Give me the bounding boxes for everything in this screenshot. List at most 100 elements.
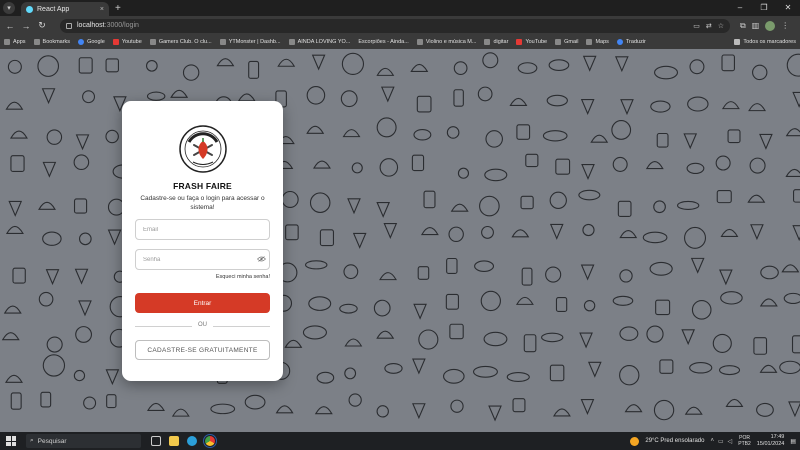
network-icon[interactable]: ▭ bbox=[718, 438, 724, 445]
food-doodle bbox=[376, 201, 391, 218]
cast-icon[interactable]: ▭ bbox=[693, 22, 700, 30]
maximize-button[interactable]: ❐ bbox=[752, 0, 776, 14]
bookmark-maps[interactable]: Maps bbox=[586, 39, 609, 45]
food-doodle bbox=[248, 60, 260, 79]
food-doodle bbox=[412, 403, 426, 420]
file-explorer-icon[interactable] bbox=[169, 436, 179, 446]
translate-icon[interactable]: ⇄ bbox=[706, 22, 712, 30]
bookmark-traduzir[interactable]: Traduzir bbox=[616, 39, 646, 45]
food-doodle bbox=[719, 269, 733, 286]
close-window-button[interactable]: ✕ bbox=[776, 0, 800, 14]
bookmark-google[interactable]: Google bbox=[78, 39, 105, 45]
food-doodle bbox=[75, 134, 90, 151]
edge-icon[interactable] bbox=[187, 436, 197, 446]
site-info-icon[interactable] bbox=[66, 22, 72, 29]
food-doodle bbox=[542, 130, 568, 142]
food-doodle bbox=[453, 61, 468, 76]
food-doodle bbox=[83, 396, 97, 410]
food-doodle bbox=[376, 117, 397, 138]
fresh-faire-logo bbox=[179, 125, 227, 173]
food-doodle bbox=[545, 266, 562, 283]
food-doodle bbox=[40, 391, 52, 408]
brand-title: FRASH FAIRE bbox=[173, 181, 232, 191]
side-panel-icon[interactable]: ▥ bbox=[752, 21, 760, 30]
bookmark-digitar[interactable]: digitar bbox=[484, 39, 508, 45]
taskbar: ⌕ Pesquisar 29°C Pred ensolarado ˄ ▭ ◁ P… bbox=[0, 432, 800, 450]
tab-search-icon[interactable]: ▾ bbox=[3, 2, 15, 14]
profile-avatar[interactable] bbox=[765, 20, 776, 31]
food-doodle bbox=[73, 154, 90, 171]
food-doodle bbox=[341, 52, 365, 76]
browser-menu-icon[interactable]: ⋮ bbox=[781, 21, 789, 30]
bookmark-violino[interactable]: Violino e música M... bbox=[416, 39, 476, 45]
food-doodle bbox=[756, 402, 774, 417]
email-field[interactable] bbox=[135, 219, 270, 240]
show-password-icon[interactable] bbox=[257, 256, 266, 262]
food-doodle bbox=[649, 261, 673, 276]
tab-close-icon[interactable]: × bbox=[100, 6, 104, 13]
address-bar[interactable]: localhost:3000/login ▭ ⇄ ☆ bbox=[60, 18, 730, 33]
food-doodle bbox=[654, 65, 679, 80]
weather-text[interactable]: 29°C Pred ensolarado bbox=[645, 438, 704, 444]
weather-sun-icon[interactable] bbox=[630, 436, 640, 446]
task-view-icon[interactable] bbox=[151, 436, 161, 446]
food-doodle bbox=[792, 91, 800, 108]
bookmark-bookmarks[interactable]: Bookmarks bbox=[33, 39, 70, 45]
chrome-icon[interactable] bbox=[203, 434, 217, 448]
bookmark-youtube-2[interactable]: YouTube bbox=[516, 39, 547, 45]
youtube-icon bbox=[112, 39, 119, 45]
food-doodle bbox=[477, 86, 493, 102]
bookmark-ainda-loving[interactable]: AINDA LOVING YO... bbox=[288, 39, 350, 45]
new-tab-button[interactable]: + bbox=[115, 3, 121, 14]
food-doodle bbox=[352, 232, 367, 249]
food-doodle bbox=[73, 198, 88, 214]
food-doodle bbox=[515, 296, 534, 305]
windows-start-icon[interactable] bbox=[6, 436, 16, 446]
food-doodle bbox=[779, 360, 800, 375]
food-doodle bbox=[612, 156, 628, 172]
register-button[interactable]: CADASTRE-SE GRATUITAMENTE bbox=[135, 340, 270, 360]
bookmark-ytmonster[interactable]: YTMonster | Dashb... bbox=[219, 39, 281, 45]
page-icon bbox=[416, 39, 423, 45]
food-doodle bbox=[484, 168, 508, 182]
notifications-icon[interactable]: ▤ bbox=[790, 438, 796, 445]
back-button[interactable]: ← bbox=[4, 20, 16, 32]
forward-button[interactable]: → bbox=[20, 20, 32, 32]
food-doodle bbox=[45, 269, 60, 286]
food-doodle bbox=[619, 269, 633, 283]
login-subtitle: Cadastre-se ou faça o login para acessar… bbox=[140, 195, 265, 211]
food-doodle bbox=[783, 292, 800, 305]
food-doodle bbox=[684, 406, 703, 415]
taskbar-search[interactable]: ⌕ Pesquisar bbox=[26, 434, 141, 448]
food-doodle bbox=[74, 268, 89, 285]
bookmark-gmail[interactable]: Gmail bbox=[555, 39, 578, 45]
login-button[interactable]: Entrar bbox=[135, 293, 270, 313]
language-indicator[interactable]: POR PTB2 bbox=[738, 435, 751, 447]
food-doodle bbox=[511, 229, 530, 238]
all-bookmarks-folder[interactable]: Todos os marcadores bbox=[734, 39, 796, 45]
ytmonster-icon bbox=[219, 39, 226, 45]
extensions-icon[interactable]: ⧉ bbox=[740, 21, 746, 31]
food-doodle bbox=[1, 332, 20, 341]
minimize-button[interactable]: – bbox=[728, 0, 752, 14]
food-doodle bbox=[786, 53, 800, 77]
clock[interactable]: 17:49 15/01/2024 bbox=[757, 434, 785, 448]
food-doodle bbox=[612, 295, 634, 306]
food-doodle bbox=[653, 399, 675, 421]
password-field[interactable] bbox=[135, 249, 270, 270]
browser-tab[interactable]: React App × bbox=[21, 2, 109, 16]
tab-title: React App bbox=[37, 5, 70, 13]
bookmark-apps[interactable]: Apps bbox=[4, 39, 26, 45]
forgot-password-link[interactable]: Esqueci minha senha! bbox=[216, 274, 270, 280]
chevron-up-icon[interactable]: ˄ bbox=[710, 438, 714, 445]
food-doodle bbox=[411, 154, 425, 172]
bookmark-gamersclub[interactable]: Gamers Club. O clu... bbox=[149, 39, 212, 45]
bookmark-youtube[interactable]: Youtube bbox=[112, 39, 142, 45]
food-doodle bbox=[384, 362, 403, 374]
volume-icon[interactable]: ◁ bbox=[728, 438, 733, 445]
bookmark-escorpioes[interactable]: Escorpiões - Ainda... bbox=[358, 39, 408, 45]
food-doodle bbox=[579, 332, 593, 349]
taskbar-search-placeholder: Pesquisar bbox=[37, 437, 67, 445]
bookmark-star-icon[interactable]: ☆ bbox=[718, 22, 724, 30]
reload-button[interactable]: ↻ bbox=[36, 20, 48, 32]
